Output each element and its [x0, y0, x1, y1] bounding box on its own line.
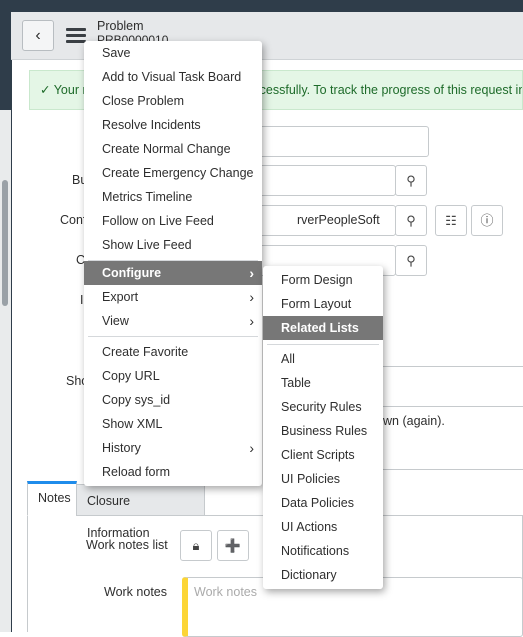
submenu-item-dictionary[interactable]: Dictionary — [263, 563, 383, 587]
info-icon: ⓘ — [480, 213, 494, 228]
chevron-right-icon: › — [249, 265, 254, 281]
menu-item-show-live-feed[interactable]: Show Live Feed — [84, 233, 262, 257]
search-icon: ⚲ — [406, 173, 416, 188]
menu-item-metrics-timeline[interactable]: Metrics Timeline — [84, 185, 262, 209]
lock-button[interactable]: 🔒︎ — [180, 530, 212, 561]
submenu-item-table[interactable]: Table — [263, 371, 383, 395]
search-button[interactable]: ⚲ — [395, 205, 427, 236]
divider — [380, 366, 523, 367]
submenu-item-form-design[interactable]: Form Design — [263, 268, 383, 292]
submenu-item-form-layout[interactable]: Form Layout — [263, 292, 383, 316]
lock-icon: 🔒︎ — [192, 538, 200, 553]
reference-input[interactable] — [240, 165, 396, 196]
menu-item-resolve-incidents[interactable]: Resolve Incidents — [84, 113, 262, 137]
record-type: Problem — [97, 19, 144, 33]
menu-item-configure[interactable]: Configure › — [84, 261, 262, 285]
tab-closure-information[interactable]: Closure Information — [76, 484, 205, 540]
menu-item-show-xml[interactable]: Show XML — [84, 412, 262, 436]
menu-item-label: View — [102, 314, 129, 328]
menu-item-label: History — [102, 441, 141, 455]
menu-item-create-favorite[interactable]: Create Favorite — [84, 340, 262, 364]
submenu-item-client-scripts[interactable]: Client Scripts — [263, 443, 383, 467]
work-notes-placeholder: Work notes — [194, 585, 257, 599]
search-icon: ⚲ — [406, 253, 416, 268]
menu-item-label: Configure — [102, 266, 162, 280]
ci-value: rverPeopleSoft — [297, 213, 380, 227]
search-button[interactable]: ⚲ — [395, 245, 427, 276]
check-circle-icon: ✓︎ — [40, 83, 54, 97]
text-input[interactable] — [240, 126, 429, 157]
chevron-right-icon: › — [249, 440, 254, 456]
submenu-item-all[interactable]: All — [263, 347, 383, 371]
hierarchy-button[interactable]: ☷ — [435, 205, 467, 236]
tab-notes[interactable]: Notes — [27, 481, 77, 516]
add-user-icon: ➕ — [224, 538, 242, 553]
work-notes-list-label: Work notes list — [86, 538, 168, 552]
back-button[interactable]: ‹ — [22, 20, 54, 51]
menu-item-reload-form[interactable]: Reload form — [84, 460, 262, 484]
menu-divider — [267, 344, 379, 345]
search-button[interactable]: ⚲ — [395, 165, 427, 196]
submenu-item-notifications[interactable]: Notifications — [263, 539, 383, 563]
menu-item-export[interactable]: Export › — [84, 285, 262, 309]
info-button[interactable]: ⓘ — [471, 205, 503, 236]
menu-item-view[interactable]: View › — [84, 309, 262, 333]
menu-item-create-emergency-change[interactable]: Create Emergency Change — [84, 161, 262, 185]
menu-item-add-to-visual-task-board[interactable]: Add to Visual Task Board — [84, 65, 262, 89]
field-label: I — [80, 293, 84, 307]
search-icon: ⚲ — [406, 213, 416, 228]
submenu-item-ui-policies[interactable]: UI Policies — [263, 467, 383, 491]
submenu-item-security-rules[interactable]: Security Rules — [263, 395, 383, 419]
submenu-item-related-lists[interactable]: Related Lists — [263, 316, 383, 340]
submenu-item-data-policies[interactable]: Data Policies — [263, 491, 383, 515]
hierarchy-icon: ☷ — [445, 213, 457, 228]
context-menu: Save Add to Visual Task Board Close Prob… — [84, 41, 262, 486]
work-notes-label: Work notes — [104, 585, 167, 599]
menu-item-close-problem[interactable]: Close Problem — [84, 89, 262, 113]
menu-item-save[interactable]: Save — [84, 41, 262, 65]
menu-item-copy-url[interactable]: Copy URL — [84, 364, 262, 388]
menu-item-follow-on-live-feed[interactable]: Follow on Live Feed — [84, 209, 262, 233]
submenu-item-business-rules[interactable]: Business Rules — [263, 419, 383, 443]
chevron-right-icon: › — [249, 313, 254, 329]
menu-item-create-normal-change[interactable]: Create Normal Change — [84, 137, 262, 161]
hamburger-icon[interactable] — [66, 28, 86, 46]
menu-divider — [88, 336, 258, 337]
field-label: Conf — [60, 213, 87, 227]
chevron-left-icon: ‹ — [35, 27, 41, 44]
menu-item-copy-sys-id[interactable]: Copy sys_id — [84, 388, 262, 412]
menu-item-history[interactable]: History › — [84, 436, 262, 460]
left-nav — [0, 12, 11, 632]
top-bar — [0, 0, 523, 12]
divider — [380, 469, 523, 470]
description-text: wn (again). — [383, 414, 445, 428]
configuration-item-input[interactable]: rverPeopleSoft — [240, 205, 396, 236]
menu-item-label: Export — [102, 290, 139, 304]
chevron-right-icon: › — [249, 289, 254, 305]
scrollbar[interactable] — [2, 180, 8, 306]
divider — [380, 406, 523, 407]
submenu-item-ui-actions[interactable]: UI Actions — [263, 515, 383, 539]
configure-submenu: Form Design Form Layout Related Lists Al… — [263, 266, 383, 589]
add-user-button[interactable]: ➕ — [217, 530, 249, 561]
